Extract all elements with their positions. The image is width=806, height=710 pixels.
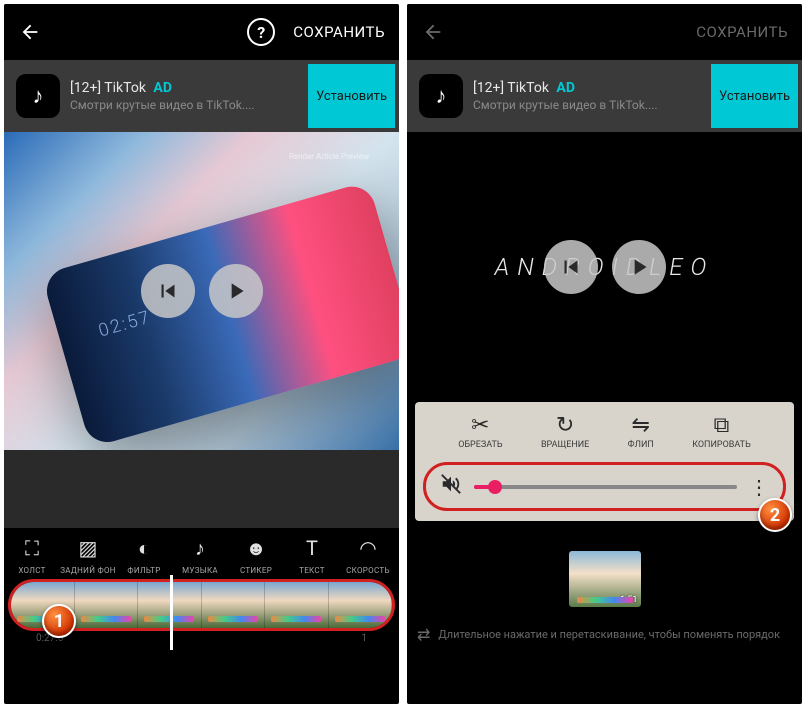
preview-caption: Render Article Preview xyxy=(289,152,369,162)
tool-label: МУЗЫКА xyxy=(182,566,218,575)
tool-icon: ⛶ xyxy=(25,534,39,562)
tool-музыка[interactable]: ♪ МУЗЫКА xyxy=(172,534,228,575)
more-icon[interactable]: ⋮ xyxy=(749,475,769,499)
tool-icon: ◐ xyxy=(138,534,150,562)
edit-tool-label: ФЛИП xyxy=(628,440,654,450)
edit-tool-обрезать[interactable]: ✂ ОБРЕЗАТЬ xyxy=(458,412,502,450)
volume-row: ⋮ xyxy=(423,462,786,511)
play-button[interactable] xyxy=(612,240,666,294)
clip-duration: 1:51 xyxy=(620,595,637,605)
tool-задний фон[interactable]: ▨ ЗАДНИЙ ФОН xyxy=(60,534,116,575)
edit-tool-флип[interactable]: ⇋ ФЛИП xyxy=(628,412,654,450)
hint-bar: ⇄ Длительное нажатие и перетаскивание, ч… xyxy=(407,617,802,652)
edit-tool-вращение[interactable]: ↻ ВРАЩЕНИЕ xyxy=(541,412,589,450)
hint-text: Длительное нажатие и перетаскивание, что… xyxy=(438,628,780,641)
back-button[interactable] xyxy=(18,20,42,44)
callout-badge-2: 2 xyxy=(758,498,792,532)
tool-label: СКОРОСТЬ xyxy=(346,566,390,575)
video-preview[interactable]: Render Article Preview xyxy=(4,132,399,450)
ad-title: [12+] TikTok AD xyxy=(70,80,298,96)
edit-tool-icon: ✂ xyxy=(471,412,489,438)
ad-title: [12+] TikTok AD xyxy=(473,80,701,96)
tool-icon: T xyxy=(306,534,318,562)
back-button[interactable] xyxy=(421,20,445,44)
tiktok-icon: ♪ xyxy=(16,74,60,118)
help-icon[interactable]: ? xyxy=(247,18,275,46)
mute-icon[interactable] xyxy=(440,473,462,500)
edit-tool-icon: ↻ xyxy=(556,412,574,438)
ad-banner[interactable]: ♪ [12+] TikTok AD Смотри крутые видео в … xyxy=(407,60,802,132)
swap-icon: ⇄ xyxy=(417,625,430,644)
tool-фильтр[interactable]: ◐ ФИЛЬТР xyxy=(116,534,172,575)
tool-icon: ◠ xyxy=(359,534,376,562)
screen-left: ? СОХРАНИТЬ ♪ [12+] TikTok AD Смотри кру… xyxy=(4,4,399,704)
skip-previous-button[interactable] xyxy=(141,264,195,318)
spacer xyxy=(4,450,399,528)
slider-thumb[interactable] xyxy=(488,480,502,494)
edit-tool-icon: ⇋ xyxy=(632,412,650,438)
video-preview[interactable]: ANDROIDLEO xyxy=(407,132,802,402)
tool-холст[interactable]: ⛶ ХОЛСТ xyxy=(4,534,60,575)
edit-tool-icon: ⧉ xyxy=(714,412,730,438)
skip-previous-button[interactable] xyxy=(544,240,598,294)
edit-tool-label: КОПИРОВАТЬ xyxy=(692,440,751,450)
save-button: СОХРАНИТЬ xyxy=(696,23,788,41)
topbar: СОХРАНИТЬ xyxy=(407,4,802,60)
edit-tool-label: ОБРЕЗАТЬ xyxy=(458,440,502,450)
edit-tool-label: ВРАЩЕНИЕ xyxy=(541,440,589,450)
tool-strip: ⛶ ХОЛСТ ▨ ЗАДНИЙ ФОН ◐ ФИЛЬТР ♪ МУЗЫКА ☻ СТИКЕР TТ… xyxy=(4,528,399,577)
clip-tray: 1:51 xyxy=(407,521,802,617)
tool-icon: ▨ xyxy=(79,534,98,562)
tool-стикер[interactable]: ☻ СТИКЕР xyxy=(228,534,284,575)
tool-текст[interactable]: T ТЕКСТ xyxy=(284,534,340,575)
install-button[interactable]: Установить xyxy=(711,64,798,128)
edit-tool-копировать[interactable]: ⧉ КОПИРОВАТЬ xyxy=(692,412,751,450)
clip-thumbnail[interactable]: 1:51 xyxy=(569,551,641,607)
ad-subtitle: Смотри крутые видео в TikTok.... xyxy=(473,98,701,112)
tool-label: ФИЛЬТР xyxy=(127,566,160,575)
ad-banner[interactable]: ♪ [12+] TikTok AD Смотри крутые видео в … xyxy=(4,60,399,132)
callout-badge-1: 1 xyxy=(42,604,76,638)
save-button[interactable]: СОХРАНИТЬ xyxy=(293,23,385,41)
timeline-end: 1 xyxy=(361,633,367,644)
tiktok-icon: ♪ xyxy=(419,74,463,118)
tool-label: СТИКЕР xyxy=(240,566,272,575)
tool-label: ТЕКСТ xyxy=(299,566,325,575)
tool-icon: ♪ xyxy=(195,534,205,562)
edit-panel: ✂ ОБРЕЗАТЬ ↻ ВРАЩЕНИЕ ⇋ ФЛИП ⧉ КОПИРОВАТЬ ⋮ xyxy=(415,402,794,521)
volume-slider[interactable] xyxy=(474,485,737,489)
playhead[interactable] xyxy=(170,579,173,631)
ad-subtitle: Смотри крутые видео в TikTok.... xyxy=(70,98,298,112)
topbar: ? СОХРАНИТЬ xyxy=(4,4,399,60)
play-button[interactable] xyxy=(209,264,263,318)
screen-right: СОХРАНИТЬ ♪ [12+] TikTok AD Смотри круты… xyxy=(407,4,802,704)
tool-скорость[interactable]: ◠ СКОРОСТЬ xyxy=(340,534,396,575)
tool-icon: ☻ xyxy=(245,534,266,562)
tool-label: ХОЛСТ xyxy=(18,566,45,575)
install-button[interactable]: Установить xyxy=(308,64,395,128)
tool-label: ЗАДНИЙ ФОН xyxy=(60,566,116,575)
